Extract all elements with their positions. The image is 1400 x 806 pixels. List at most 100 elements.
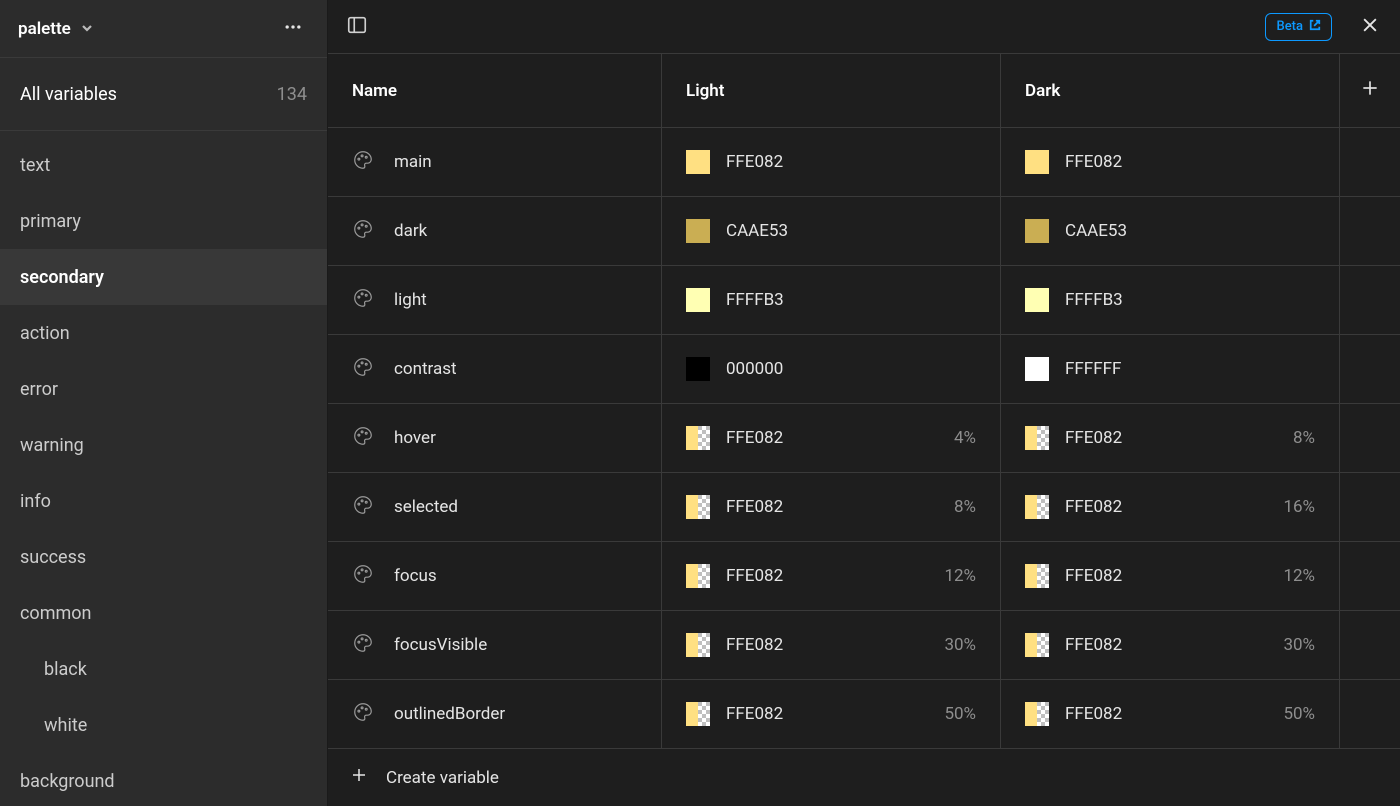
more-button[interactable] [277,13,309,45]
collection-dropdown[interactable]: palette [18,19,93,39]
sidebar-group-item[interactable]: action [0,305,327,361]
all-variables-label: All variables [20,84,117,105]
sidebar-group-label: white [44,715,87,736]
header-name[interactable]: Name [328,54,662,127]
value-cell-light[interactable]: FFE0824% [662,404,1001,472]
table-row[interactable]: light FFFFB3 FFFFB3 [328,265,1400,334]
beta-link[interactable]: Beta [1265,13,1332,41]
hex-value: FFE082 [726,704,783,724]
sidebar-group-item[interactable]: error [0,361,327,417]
color-swatch [686,357,710,381]
table-row[interactable]: focusFFE08212%FFE08212% [328,541,1400,610]
hex-value: FFFFB3 [726,290,784,310]
value-cell-dark[interactable]: CAAE53 [1001,197,1340,265]
close-button[interactable] [1356,13,1384,41]
sidebar-group-label: text [20,155,50,176]
name-cell[interactable]: focus [328,542,662,610]
hex-value: FFFFB3 [1065,290,1123,310]
value-cell-light[interactable]: FFE08250% [662,680,1001,748]
opacity-value: 30% [944,635,976,655]
table-row[interactable]: main FFE082 FFE082 [328,127,1400,196]
name-cell[interactable]: light [328,266,662,334]
value-cell-light[interactable]: 000000 [662,335,1001,403]
palette-icon [352,632,374,658]
table-row[interactable]: focusVisible FFE08230%FFE08230% [328,610,1400,679]
variable-name: contrast [394,359,457,379]
add-mode-cell [1340,54,1400,127]
color-swatch [686,702,710,726]
header-mode-dark[interactable]: Dark [1001,54,1340,127]
create-variable-button[interactable]: Create variable [328,748,1400,806]
opacity-value: 30% [1283,635,1315,655]
table-row[interactable]: hoverFFE0824%FFE0828% [328,403,1400,472]
value-cell-light[interactable]: FFFFB3 [662,266,1001,334]
sidebar-group-label: info [20,491,51,512]
palette-icon [352,494,374,520]
name-cell[interactable]: hover [328,404,662,472]
hex-value: 000000 [726,359,783,379]
sidebar-group-item[interactable]: success [0,529,327,585]
name-cell[interactable]: focusVisible [328,611,662,679]
value-cell-light[interactable]: FFE082 [662,128,1001,196]
hex-value: FFFFFF [1065,359,1121,379]
value-cell-light[interactable]: FFE08230% [662,611,1001,679]
table-row[interactable]: darkCAAE53CAAE53 [328,196,1400,265]
sidebar-group-item[interactable]: common [0,585,327,641]
close-icon [1360,15,1380,39]
hex-value: FFE082 [726,152,783,172]
sidebar-group-item[interactable]: primary [0,193,327,249]
value-cell-light[interactable]: FFE0828% [662,473,1001,541]
plus-icon [350,766,368,789]
sidebar-group-item[interactable]: secondary [0,249,327,305]
name-cell[interactable]: contrast [328,335,662,403]
value-cell-dark[interactable]: FFE08216% [1001,473,1340,541]
value-cell-light[interactable]: FFE08212% [662,542,1001,610]
hex-value: CAAE53 [1065,221,1127,241]
all-variables-row[interactable]: All variables 134 [0,57,327,131]
topbar: Beta [328,0,1400,53]
sidebar-group-label: secondary [20,267,104,288]
table-row[interactable]: selectedFFE0828%FFE08216% [328,472,1400,541]
row-extra-cell [1340,404,1400,472]
name-cell[interactable]: dark [328,197,662,265]
hex-value: FFE082 [1065,497,1122,517]
add-mode-button[interactable] [1360,78,1380,103]
name-cell[interactable]: outlinedBorder [328,680,662,748]
palette-icon [352,149,374,175]
value-cell-dark[interactable]: FFE082 [1001,128,1340,196]
color-swatch [1025,702,1049,726]
name-cell[interactable]: selected [328,473,662,541]
color-swatch [686,564,710,588]
table-row[interactable]: outlinedBorderFFE08250%FFE08250% [328,679,1400,748]
sidebar-group-label: primary [20,211,81,232]
opacity-value: 50% [1283,704,1315,724]
value-cell-dark[interactable]: FFFFB3 [1001,266,1340,334]
table-row[interactable]: contrast 000000 FFFFFF [328,334,1400,403]
hex-value: FFE082 [1065,566,1122,586]
value-cell-dark[interactable]: FFE08230% [1001,611,1340,679]
value-cell-dark[interactable]: FFE0828% [1001,404,1340,472]
value-cell-light[interactable]: CAAE53 [662,197,1001,265]
palette-icon [352,218,374,244]
value-cell-dark[interactable]: FFE082 12% [1001,542,1340,610]
variable-name: main [394,152,432,172]
sidebar-group-item[interactable]: text [0,137,327,193]
variables-table: Name Light Dark mainFFE082FFE082darkCAAE… [328,53,1400,806]
row-extra-cell [1340,197,1400,265]
variable-name: focusVisible [394,635,487,655]
sidebar-group-item[interactable]: background [0,753,327,806]
sidebar-group-item[interactable]: info [0,473,327,529]
sidebar: palette All variables 134 text primary sec… [0,0,328,806]
color-swatch [1025,288,1049,312]
table-header: Name Light Dark [328,53,1400,127]
sidebar-group-item[interactable]: black [0,641,327,697]
header-mode-light[interactable]: Light [662,54,1001,127]
name-cell[interactable]: main [328,128,662,196]
sidebar-group-item[interactable]: white [0,697,327,753]
opacity-value: 12% [1283,566,1315,586]
opacity-value: 8% [1293,428,1315,448]
value-cell-dark[interactable]: FFFFFF [1001,335,1340,403]
sidebar-toggle-button[interactable] [344,14,370,40]
value-cell-dark[interactable]: FFE08250% [1001,680,1340,748]
sidebar-group-item[interactable]: warning [0,417,327,473]
